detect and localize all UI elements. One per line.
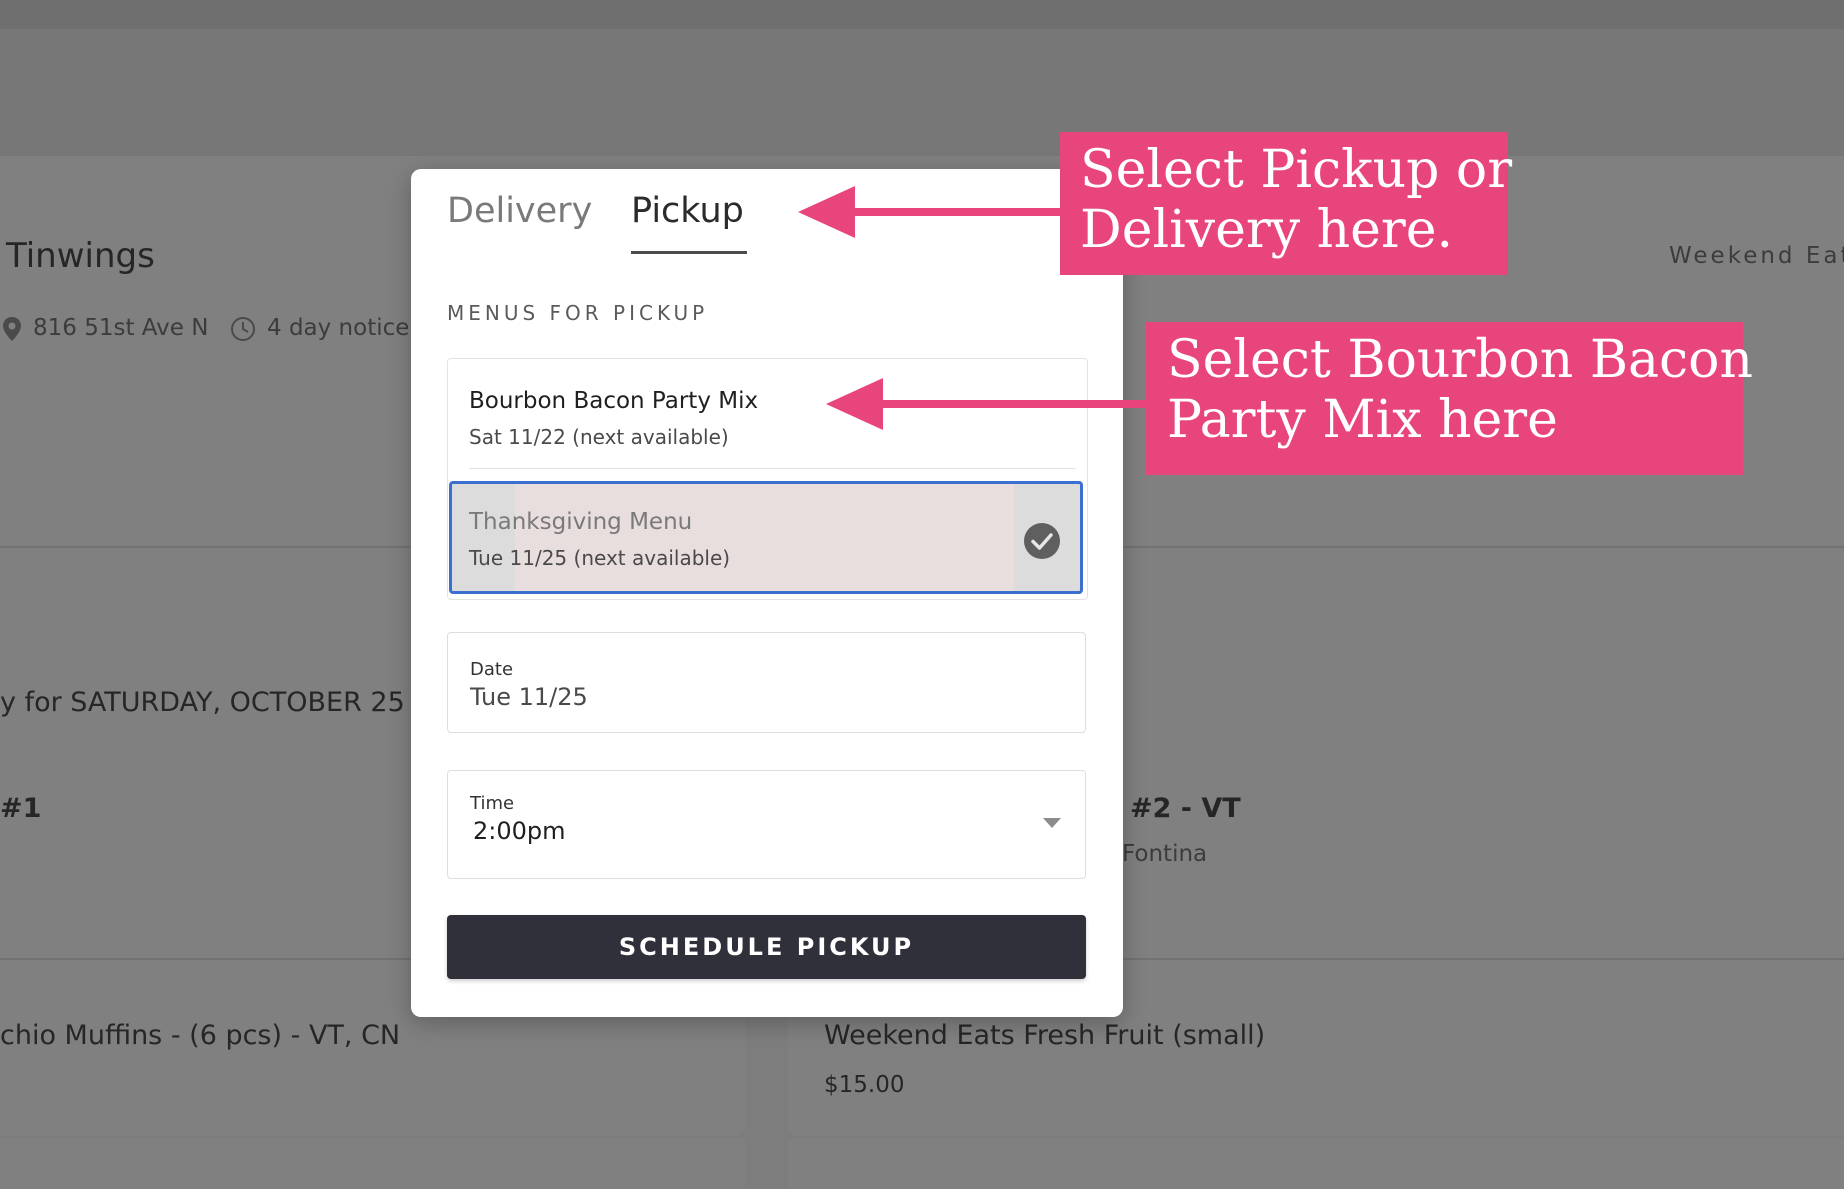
arrow-left-icon [826,378,1146,430]
arrow-left-icon [798,186,1060,238]
annotation-arrows [798,186,1146,430]
